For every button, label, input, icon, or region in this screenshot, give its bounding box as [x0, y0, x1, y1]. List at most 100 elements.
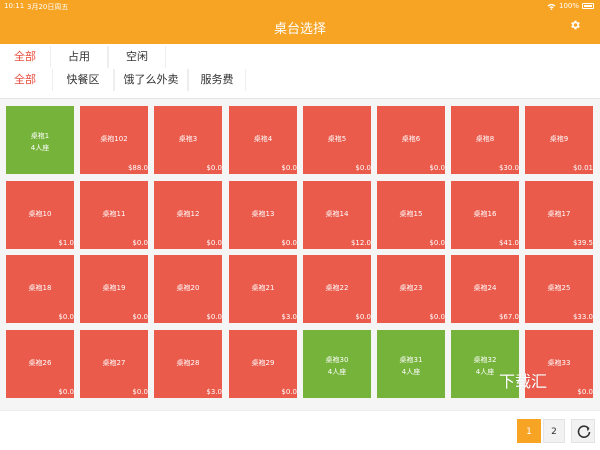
table-tile[interactable]: 桌袍11 $0.0: [80, 181, 148, 249]
table-price: $12.0: [350, 239, 371, 247]
battery-icon: [582, 3, 594, 9]
table-name: 桌袍102: [100, 135, 128, 143]
status-bar: 10:11 3月20日周五 100%: [0, 0, 600, 12]
table-tile[interactable]: 桌袍20 $0.0: [154, 255, 222, 323]
area-tab-all[interactable]: 全部: [6, 69, 44, 91]
table-tile[interactable]: 桌袍16 $41.0: [451, 181, 519, 249]
table-tile[interactable]: 桌袍26 $0.0: [6, 330, 74, 398]
table-price: $0.0: [206, 164, 222, 172]
table-price: $0.0: [281, 239, 297, 247]
table-name: 桌袍23: [399, 284, 423, 292]
table-seats: 4人座: [401, 368, 421, 376]
table-price: $0.0: [281, 388, 297, 396]
table-price: $0.0: [132, 388, 148, 396]
table-name: 桌袍32: [473, 356, 497, 364]
table-price: $0.0: [58, 388, 74, 396]
table-price: $0.0: [355, 313, 371, 321]
table-name: 桌袍27: [102, 359, 126, 367]
status-time: 10:11: [4, 2, 25, 10]
table-name: 桌袍18: [28, 284, 52, 292]
table-tile[interactable]: 桌袍30 4人座: [303, 330, 371, 398]
table-price: $0.0: [355, 164, 371, 172]
table-name: 桌袍33: [547, 359, 571, 367]
table-grid: 桌袍1 4人座 桌袍102 $88.0 桌袍3 $0.0 桌袍4 $0.0 桌袍5 $0.0 桌袍6…: [6, 106, 600, 398]
table-name: 桌袍6: [401, 135, 421, 143]
table-name: 桌袍30: [325, 356, 349, 364]
table-price: $3.0: [206, 388, 222, 396]
table-tile[interactable]: 桌袍10 $1.0: [6, 181, 74, 249]
table-name: 桌袍12: [176, 210, 200, 218]
refresh-icon: [577, 425, 591, 438]
table-seats: 4人座: [30, 144, 50, 152]
page-1-button[interactable]: 1: [517, 419, 541, 443]
table-tile[interactable]: 桌袍8 $30.0: [451, 106, 519, 174]
table-name: 桌袍4: [253, 135, 273, 143]
table-seats: 4人座: [327, 368, 347, 376]
status-date: 3月20日周五: [27, 3, 69, 11]
table-tile[interactable]: 桌袍102 $88.0: [80, 106, 148, 174]
table-tile[interactable]: 桌袍25 $33.0: [525, 255, 593, 323]
table-tile[interactable]: 桌袍3 $0.0: [154, 106, 222, 174]
table-tile[interactable]: 桌袍9 $0.01: [525, 106, 593, 174]
table-name: 桌袍16: [473, 210, 497, 218]
status-right: 100%: [547, 2, 594, 10]
table-price: $0.0: [429, 164, 445, 172]
table-price: $3.0: [281, 313, 297, 321]
table-price: $33.0: [572, 313, 593, 321]
table-tile[interactable]: 桌袍4 $0.0: [229, 106, 297, 174]
table-price: $0.0: [577, 388, 593, 396]
table-name: 桌袍5: [327, 135, 347, 143]
table-tile[interactable]: 桌袍17 $39.5: [525, 181, 593, 249]
table-name: 桌袍13: [251, 210, 275, 218]
table-tile[interactable]: 桌袍5 $0.0: [303, 106, 371, 174]
table-tile[interactable]: 桌袍23 $0.0: [377, 255, 445, 323]
table-name: 桌袍31: [399, 356, 423, 364]
table-price: $39.5: [572, 239, 593, 247]
status-tab-all[interactable]: 全部: [6, 46, 44, 68]
page-title: 桌台选择: [273, 22, 326, 37]
table-price: $0.0: [206, 313, 222, 321]
table-name: 桌袍14: [325, 210, 349, 218]
table-name: 桌袍1: [30, 132, 50, 140]
table-name: 桌袍8: [475, 135, 495, 143]
table-price: $0.01: [572, 164, 593, 172]
table-name: 桌袍25: [547, 284, 571, 292]
table-tile[interactable]: 桌袍22 $0.0: [303, 255, 371, 323]
table-tile[interactable]: 桌袍27 $0.0: [80, 330, 148, 398]
refresh-button[interactable]: [571, 419, 595, 443]
table-tile[interactable]: 桌袍28 $3.0: [154, 330, 222, 398]
table-tile[interactable]: 桌袍18 $0.0: [6, 255, 74, 323]
table-tile[interactable]: 桌袍13 $0.0: [229, 181, 297, 249]
table-price: $1.0: [58, 239, 74, 247]
table-name: 桌袍19: [102, 284, 126, 292]
table-tile[interactable]: 桌袍31 4人座: [377, 330, 445, 398]
area-tab-fastfood[interactable]: 快餐区: [52, 69, 114, 91]
area-tab-eleme[interactable]: 饿了么外卖: [114, 69, 188, 91]
table-name: 桌袍17: [547, 210, 571, 218]
gear-icon[interactable]: [569, 19, 581, 31]
table-tile[interactable]: 桌袍15 $0.0: [377, 181, 445, 249]
table-tile[interactable]: 桌袍29 $0.0: [229, 330, 297, 398]
watermark-text: 下载汇: [499, 372, 548, 391]
table-name: 桌袍28: [176, 359, 200, 367]
table-tile[interactable]: 桌袍14 $12.0: [303, 181, 371, 249]
table-tile[interactable]: 桌袍12 $0.0: [154, 181, 222, 249]
table-name: 桌袍29: [251, 359, 275, 367]
table-tile[interactable]: 桌袍21 $3.0: [229, 255, 297, 323]
table-price: $0.0: [429, 313, 445, 321]
area-tab-service-fee[interactable]: 服务费: [188, 69, 246, 91]
pagination-bar: 1 2: [0, 410, 600, 450]
table-tile[interactable]: 桌袍1 4人座: [6, 106, 74, 174]
table-tile[interactable]: 桌袍24 $67.0: [451, 255, 519, 323]
table-name: 桌袍21: [251, 284, 275, 292]
status-tab-occupied[interactable]: 占用: [50, 46, 108, 68]
table-price: $67.0: [498, 313, 519, 321]
table-tile[interactable]: 桌袍19 $0.0: [80, 255, 148, 323]
table-tile[interactable]: 桌袍6 $0.0: [377, 106, 445, 174]
table-price: $0.0: [206, 239, 222, 247]
table-name: 桌袍20: [176, 284, 200, 292]
table-name: 桌袍26: [28, 359, 52, 367]
table-price: $41.0: [498, 239, 519, 247]
page-2-button[interactable]: 2: [543, 419, 565, 443]
status-tab-idle[interactable]: 空闲: [108, 46, 166, 68]
